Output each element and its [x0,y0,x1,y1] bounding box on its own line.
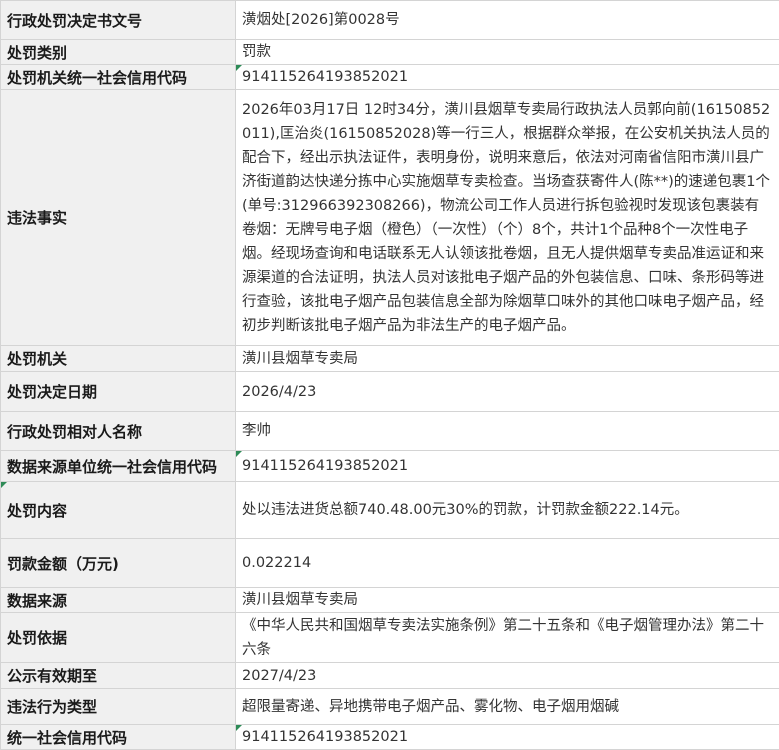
value-credit-code: 914115264193852021 [236,725,779,750]
label-penalty-basis: 处罚依据 [1,613,236,663]
label-publicity-valid-until: 公示有效期至 [1,663,236,689]
value-publicity-valid-until: 2027/4/23 [236,663,779,689]
label-penalty-authority: 处罚机关 [1,346,236,372]
value-source-credit-code: 914115264193852021 [236,451,779,482]
row-penalty-authority: 处罚机关 潢川县烟草专卖局 [1,346,779,372]
row-data-source: 数据来源 潢川县烟草专卖局 [1,588,779,613]
row-credit-code: 统一社会信用代码 914115264193852021 [1,725,779,750]
row-violation-type: 违法行为类型 超限量寄递、异地携带电子烟产品、雾化物、电子烟用烟碱 [1,689,779,725]
label-authority-credit-code: 处罚机关统一社会信用代码 [1,65,236,90]
row-party-name: 行政处罚相对人名称 李帅 [1,412,779,451]
value-penalty-authority: 潢川县烟草专卖局 [236,346,779,372]
value-penalty-content: 处以违法进货总额740.48.00元30%的罚款，计罚款金额222.14元。 [236,482,779,539]
row-penalty-category: 处罚类别 罚款 [1,40,779,65]
row-source-credit-code: 数据来源单位统一社会信用代码 914115264193852021 [1,451,779,482]
label-decision-date: 处罚决定日期 [1,372,236,412]
value-violation-facts: 2026年03月17日 12时34分，潢川县烟草专卖局行政执法人员郭向前(161… [236,90,779,346]
label-violation-facts: 违法事实 [1,90,236,346]
value-party-name: 李帅 [236,412,779,451]
label-credit-code: 统一社会信用代码 [1,725,236,750]
cell-corner-marker [236,725,242,731]
penalty-record-table: 行政处罚决定书文号 潢烟处[2026]第0028号 处罚类别 罚款 处罚机关统一… [0,0,779,750]
value-decision-number: 潢烟处[2026]第0028号 [236,1,779,40]
label-source-credit-code: 数据来源单位统一社会信用代码 [1,451,236,482]
cell-corner-marker [236,65,242,71]
row-publicity-valid-until: 公示有效期至 2027/4/23 [1,663,779,689]
label-decision-number: 行政处罚决定书文号 [1,1,236,40]
cell-corner-marker [1,482,7,488]
row-violation-facts: 违法事实 2026年03月17日 12时34分，潢川县烟草专卖局行政执法人员郭向… [1,90,779,346]
row-penalty-basis: 处罚依据 《中华人民共和国烟草专卖法实施条例》第二十五条和《电子烟管理办法》第二… [1,613,779,663]
value-fine-amount: 0.022214 [236,539,779,588]
label-fine-amount: 罚款金额（万元) [1,539,236,588]
value-authority-credit-code: 914115264193852021 [236,65,779,90]
label-data-source: 数据来源 [1,588,236,613]
value-penalty-category: 罚款 [236,40,779,65]
row-authority-credit-code: 处罚机关统一社会信用代码 914115264193852021 [1,65,779,90]
label-violation-type: 违法行为类型 [1,689,236,725]
row-penalty-content: 处罚内容 处以违法进货总额740.48.00元30%的罚款，计罚款金额222.1… [1,482,779,539]
label-penalty-category: 处罚类别 [1,40,236,65]
value-violation-type: 超限量寄递、异地携带电子烟产品、雾化物、电子烟用烟碱 [236,689,779,725]
row-decision-number: 行政处罚决定书文号 潢烟处[2026]第0028号 [1,1,779,40]
row-decision-date: 处罚决定日期 2026/4/23 [1,372,779,412]
value-data-source: 潢川县烟草专卖局 [236,588,779,613]
cell-corner-marker [236,451,242,457]
value-decision-date: 2026/4/23 [236,372,779,412]
label-penalty-content: 处罚内容 [1,482,236,539]
label-party-name: 行政处罚相对人名称 [1,412,236,451]
value-penalty-basis: 《中华人民共和国烟草专卖法实施条例》第二十五条和《电子烟管理办法》第二十六条 [236,613,779,663]
row-fine-amount: 罚款金额（万元) 0.022214 [1,539,779,588]
